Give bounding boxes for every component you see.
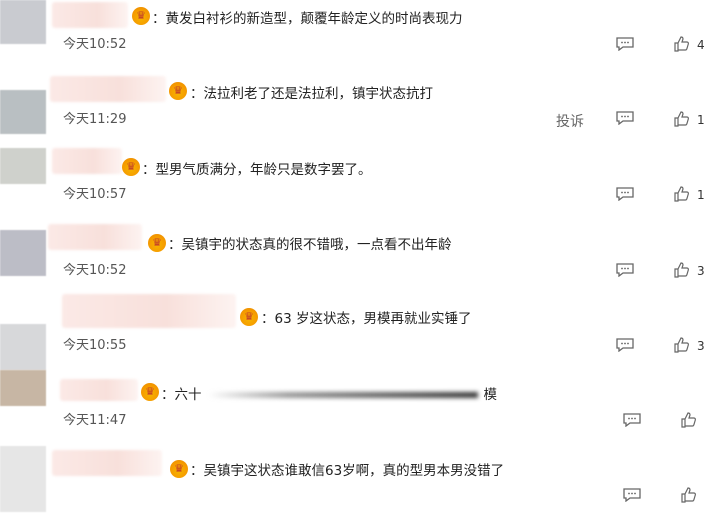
vip-crown-icon: ♛: [240, 308, 258, 326]
thumbs-up-icon[interactable]: [674, 337, 690, 353]
avatar[interactable]: [0, 370, 46, 406]
comment-time: 今天10:57: [63, 187, 127, 202]
comment-time: 今天11:29: [63, 112, 127, 127]
avatar[interactable]: [0, 324, 46, 370]
comment-text: ：黄发白衬衫的新造型，颠覆年龄定义的时尚表现力: [152, 11, 463, 27]
like-count: 4: [697, 38, 705, 52]
thumbs-up-icon[interactable]: [681, 412, 697, 428]
username-redacted[interactable]: [50, 76, 166, 102]
comment-icon[interactable]: [616, 187, 634, 201]
comment-text: ：吴镇宇这状态谁敢信63岁啊，真的型男本男没错了: [190, 463, 505, 479]
avatar[interactable]: [0, 148, 46, 184]
comment-text: ：型男气质满分，年龄只是数字罢了。: [142, 162, 372, 178]
comment-time: 今天10:55: [63, 338, 127, 353]
avatar[interactable]: [0, 90, 46, 134]
thumbs-up-icon[interactable]: [681, 487, 697, 503]
comment-icon[interactable]: [623, 488, 641, 502]
username-redacted[interactable]: [52, 2, 128, 28]
vip-crown-icon: ♛: [170, 460, 188, 478]
like-count: 3: [697, 264, 705, 278]
vip-crown-icon: ♛: [169, 82, 187, 100]
redaction-blur: [207, 392, 478, 398]
comment-text-start: ：六十: [161, 387, 202, 403]
comment-icon[interactable]: [616, 37, 634, 51]
username-redacted[interactable]: [62, 294, 236, 328]
like-count: 1: [697, 188, 705, 202]
avatar[interactable]: [0, 446, 46, 512]
thumbs-up-icon[interactable]: [674, 36, 690, 52]
comment-icon[interactable]: [616, 338, 634, 352]
report-button[interactable]: 投诉: [556, 111, 584, 131]
avatar[interactable]: [0, 230, 46, 276]
comment-icon[interactable]: [616, 263, 634, 277]
username-redacted[interactable]: [60, 379, 138, 401]
thumbs-up-icon[interactable]: [674, 111, 690, 127]
username-redacted[interactable]: [48, 224, 142, 250]
comment-time: 今天11:47: [63, 413, 127, 428]
comment-text: ：63 岁这状态，男模再就业实锤了: [261, 311, 472, 327]
like-count: 1: [697, 113, 705, 127]
comment-time: 今天10:52: [63, 263, 127, 278]
comment-icon[interactable]: [623, 413, 641, 427]
comment-text: ：六十 模: [161, 383, 497, 403]
username-redacted[interactable]: [52, 450, 162, 476]
vip-crown-icon: ♛: [132, 7, 150, 25]
avatar[interactable]: [0, 0, 46, 44]
comment-icon[interactable]: [616, 111, 634, 125]
like-count: 3: [697, 339, 705, 353]
vip-crown-icon: ♛: [122, 158, 140, 176]
thumbs-up-icon[interactable]: [674, 186, 690, 202]
comment-time: 今天10:52: [63, 37, 127, 52]
vip-crown-icon: ♛: [141, 383, 159, 401]
thumbs-up-icon[interactable]: [674, 262, 690, 278]
comment-text-end: 模: [483, 387, 498, 403]
comment-text: ：法拉利老了还是法拉利，镇宇状态抗打: [190, 86, 433, 102]
username-redacted[interactable]: [52, 148, 122, 174]
vip-crown-icon: ♛: [148, 234, 166, 252]
comment-text: ：吴镇宇的状态真的很不错哦，一点看不出年龄: [168, 237, 452, 253]
